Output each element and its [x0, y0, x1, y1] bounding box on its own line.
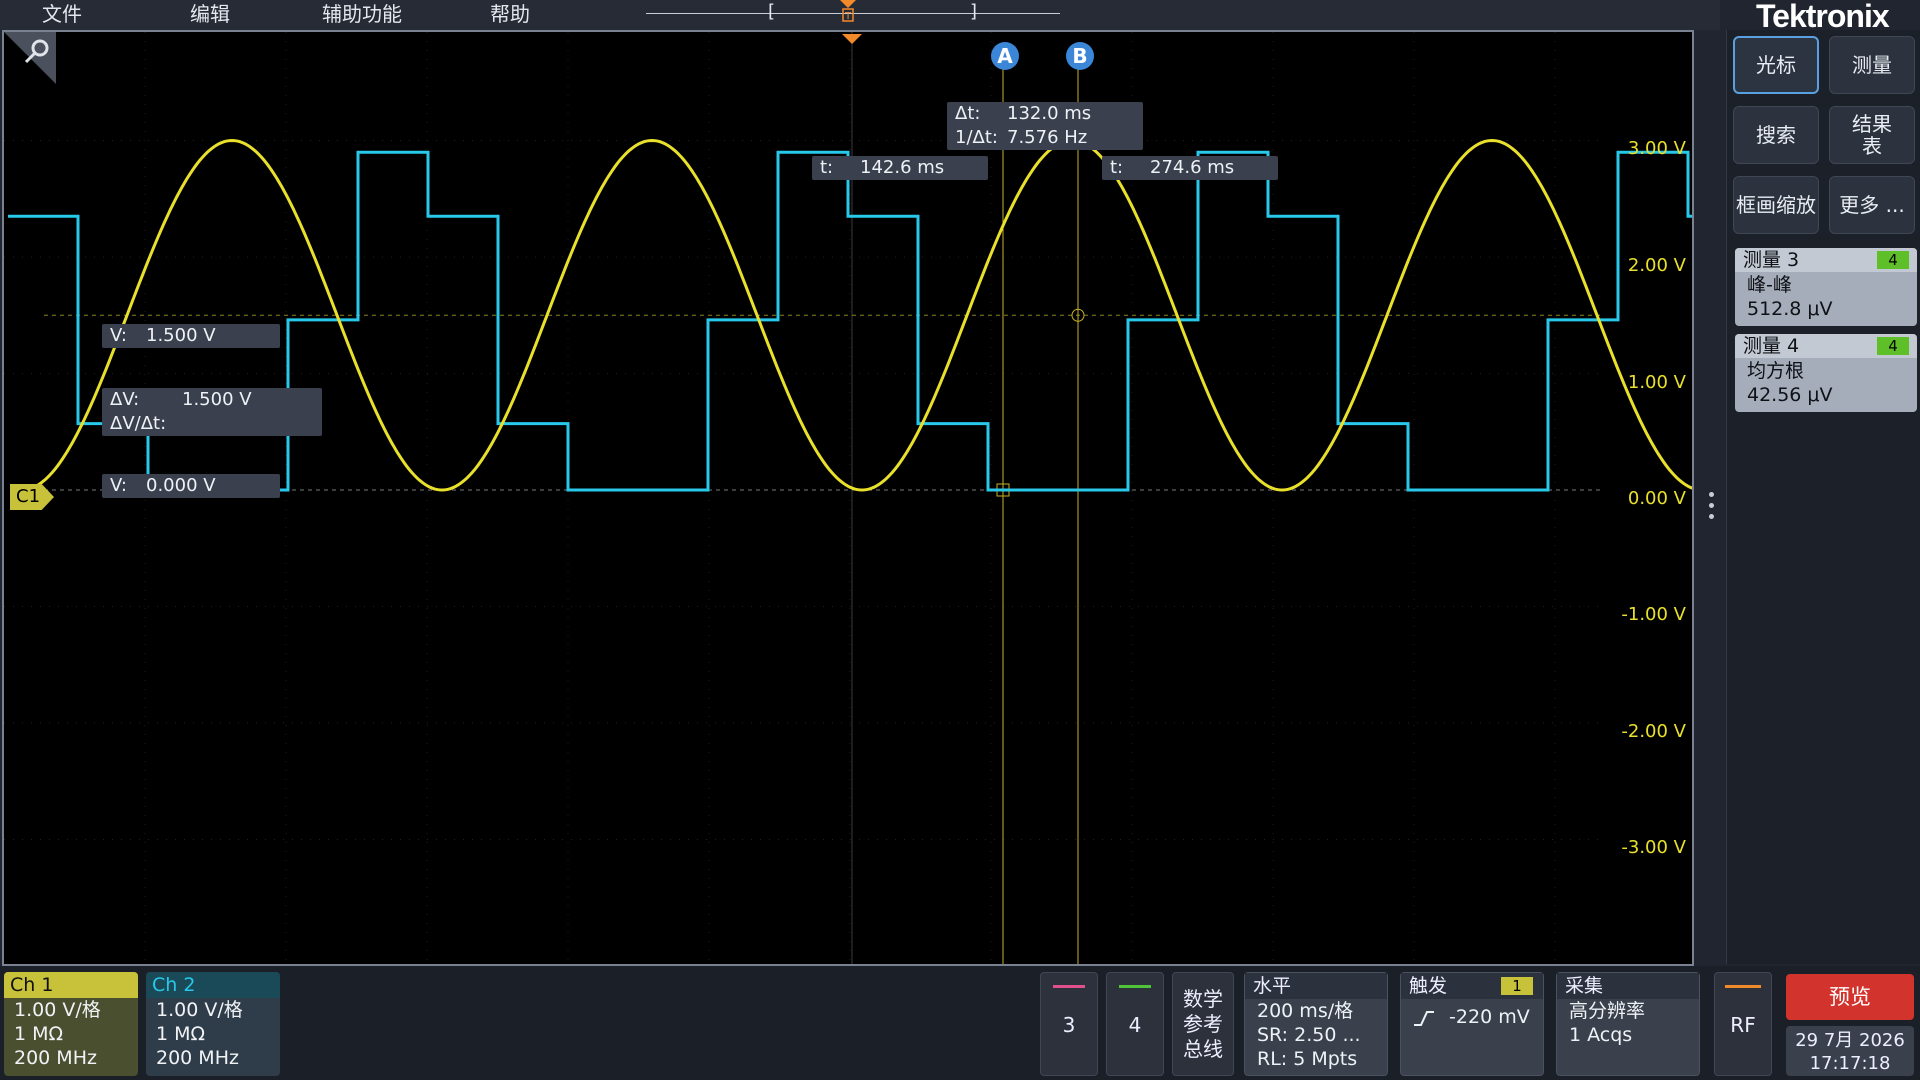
menu-bar: 文件 编辑 辅助功能 帮助 [ ] T: [0, 0, 1720, 30]
cursor-b-handle[interactable]: B: [1066, 42, 1094, 70]
horizontal-scale: 200 ms/格: [1257, 1000, 1354, 1022]
ch2-title: Ch 2: [146, 972, 280, 998]
ch1-title: Ch 1: [4, 972, 138, 998]
ch2-scale: 1.00 V/格: [156, 999, 243, 1021]
rf-button[interactable]: RF: [1714, 972, 1772, 1076]
vscale-label: -3.00 V: [1621, 837, 1686, 858]
more-options-icon[interactable]: [1709, 492, 1715, 526]
measurement-type: 均方根: [1747, 360, 1805, 382]
measurement-type: 峰-峰: [1747, 274, 1792, 296]
cursor-a-voltage-readout: V: 0.000 V: [102, 474, 280, 498]
measurement-4-badge[interactable]: 测量 4 4 均方根 42.56 μV: [1735, 334, 1917, 412]
acquisition-mode: 高分辨率: [1569, 1000, 1646, 1022]
graticule: [4, 32, 1604, 964]
ch2-badge[interactable]: Ch 2 1.00 V/格 1 MΩ 200 MHz: [146, 972, 280, 1076]
measurement-title: 测量 4: [1743, 335, 1800, 357]
horizontal-title: 水平: [1245, 973, 1387, 999]
measurement-value: 42.56 μV: [1747, 384, 1833, 406]
rising-edge-icon: [1414, 1010, 1434, 1026]
menu-edit[interactable]: 编辑: [190, 0, 230, 28]
date-time: 29 7月 2026 17:17:18: [1786, 1026, 1914, 1076]
vscale-label: 3.00 V: [1627, 138, 1686, 159]
svg-text:T: T: [844, 11, 852, 22]
search-button[interactable]: 搜索: [1733, 106, 1819, 164]
cursor-b-time-readout: t: 274.6 ms: [1102, 156, 1278, 180]
cursor-b-voltage-readout: V: 1.500 V: [102, 324, 280, 348]
measurement-3-badge[interactable]: 测量 3 4 峰-峰 512.8 μV: [1735, 248, 1917, 326]
cursor-a-handle[interactable]: A: [991, 42, 1019, 70]
cursor-a-time-readout: t: 142.6 ms: [812, 156, 988, 180]
settings-bar: Ch 1 1.00 V/格 1 MΩ 200 MHz Ch 2 1.00 V/格…: [0, 966, 1920, 1080]
trigger-position-icon[interactable]: T: [840, 0, 856, 26]
measurement-title: 测量 3: [1743, 249, 1800, 271]
vscale-label: 0.00 V: [1627, 488, 1686, 509]
vscale-label: -1.00 V: [1621, 604, 1686, 625]
view-left-bracket: [: [768, 1, 776, 22]
record-length: RL: 5 Mpts: [1257, 1048, 1358, 1070]
menu-help[interactable]: 帮助: [490, 0, 530, 28]
more-button[interactable]: 更多 ...: [1829, 176, 1915, 234]
ch3-add-button[interactable]: 3: [1040, 972, 1098, 1076]
trigger-title: 触发: [1409, 975, 1448, 997]
ch4-add-button[interactable]: 4: [1106, 972, 1164, 1076]
menu-file[interactable]: 文件: [42, 0, 82, 28]
view-right-bracket: ]: [970, 1, 978, 22]
time: 17:17:18: [1809, 1053, 1891, 1074]
preview-button[interactable]: 预览: [1786, 974, 1914, 1020]
vscale-label: 2.00 V: [1627, 255, 1686, 276]
source-badge: 4: [1877, 251, 1909, 269]
trigger-time-marker-icon: [842, 34, 862, 44]
zoom-magnifier-icon[interactable]: [4, 32, 56, 84]
horizontal-badge[interactable]: 水平 200 ms/格 SR: 2.50 ... RL: 5 Mpts: [1244, 972, 1388, 1076]
trigger-source: 1: [1501, 977, 1533, 995]
acquisition-badge[interactable]: 采集 高分辨率 1 Acqs: [1556, 972, 1700, 1076]
acquisition-title: 采集: [1557, 973, 1699, 999]
trigger-level: -220 mV: [1449, 1006, 1530, 1028]
math-ref-bus-button[interactable]: 数学 参考 总线: [1172, 972, 1234, 1076]
source-badge: 4: [1877, 337, 1909, 355]
ch2-bandwidth: 200 MHz: [156, 1047, 239, 1069]
measure-button[interactable]: 测量: [1829, 36, 1915, 94]
trigger-badge[interactable]: 触发 1 -220 mV: [1400, 972, 1544, 1076]
ch1-bandwidth: 200 MHz: [14, 1047, 97, 1069]
vscale-label: -2.00 V: [1621, 721, 1686, 742]
date: 29 7月 2026: [1795, 1030, 1905, 1051]
cursor-lines: [44, 52, 1604, 964]
ch1-scale: 1.00 V/格: [14, 999, 101, 1021]
measurement-value: 512.8 μV: [1747, 298, 1833, 320]
delta-v-readout: ΔV: 1.500 V ΔV/Δt:: [102, 388, 322, 436]
ch2-waveform: [8, 150, 1692, 492]
sample-rate: SR: 2.50 ...: [1257, 1024, 1361, 1046]
draw-zoom-button[interactable]: 框画缩放: [1733, 176, 1819, 234]
cursors-button[interactable]: 光标: [1733, 36, 1819, 94]
vscale-label: 1.00 V: [1627, 372, 1686, 393]
ch1-badge[interactable]: Ch 1 1.00 V/格 1 MΩ 200 MHz: [4, 972, 138, 1076]
ch1-impedance: 1 MΩ: [14, 1023, 64, 1045]
ch2-impedance: 1 MΩ: [156, 1023, 206, 1045]
cursor-delta-readout: Δt: 132.0 ms 1/Δt: 7.576 Hz: [947, 102, 1143, 150]
results-table-button[interactable]: 结果表: [1829, 106, 1915, 164]
right-panel: 光标 测量 搜索 结果表 框画缩放 更多 ... 测量 3 4 峰-峰 512.8…: [1726, 30, 1920, 964]
horizontal-position-bar[interactable]: [ ] T: [640, 0, 1060, 30]
acquisition-count: 1 Acqs: [1569, 1024, 1633, 1046]
waveform-display[interactable]: A B Δt: 132.0 ms 1/Δt: 7.576 Hz t: 142.6 ms…: [2, 30, 1694, 966]
menu-accessibility[interactable]: 辅助功能: [322, 0, 402, 28]
